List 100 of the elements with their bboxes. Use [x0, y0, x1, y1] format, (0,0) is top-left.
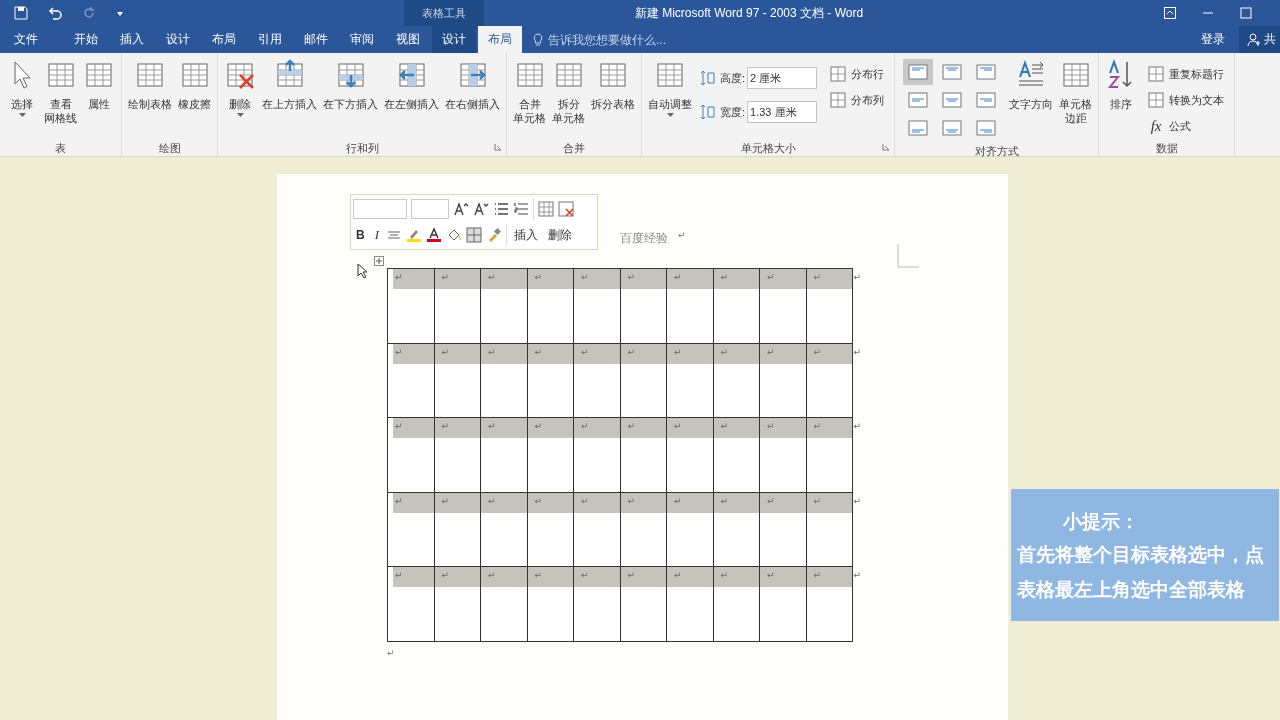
- size-field[interactable]: 1.33 厘米: [747, 101, 818, 123]
- ribbon-tab[interactable]: 布局: [478, 26, 522, 53]
- row-end-mark: ↵: [853, 570, 861, 580]
- maximize-icon[interactable]: [1240, 7, 1252, 19]
- undo-icon[interactable]: [48, 6, 62, 20]
- context-tab-header: 表格工具: [404, 0, 484, 26]
- ribbon-button[interactable]: 在上方插入: [260, 57, 319, 113]
- table-delete-icon[interactable]: [558, 201, 574, 217]
- ribbon-button[interactable]: fx 公式: [1145, 115, 1227, 137]
- cell-mark: ↵: [813, 495, 822, 506]
- ribbon-button[interactable]: 文字方向: [1007, 57, 1056, 113]
- dialog-launcher-icon[interactable]: [882, 143, 891, 151]
- ribbon-button[interactable]: 自动调整: [646, 57, 694, 119]
- paragraph-text: 百度经验: [620, 230, 668, 247]
- ribbon-tab[interactable]: 设计: [432, 26, 476, 53]
- ribbon-button[interactable]: 重复标题行: [1145, 63, 1227, 85]
- group-label: 绘图: [158, 142, 181, 154]
- ribbon-button[interactable]: 绘制表格: [126, 57, 174, 113]
- cell-mark: ↵: [581, 495, 589, 506]
- cell-mark: ↵: [488, 272, 496, 282]
- cell-mark: ↵: [627, 272, 636, 282]
- ribbon-tab[interactable]: 审阅: [340, 26, 384, 53]
- ribbon-tab[interactable]: 插入: [110, 26, 154, 53]
- ribbon-tab[interactable]: 视图: [386, 26, 430, 53]
- ribbon-button[interactable]: 属性: [81, 57, 117, 113]
- cell-mark: ↵: [767, 570, 775, 580]
- ribbon-button[interactable]: 拆分 单元格: [550, 57, 587, 127]
- share-button[interactable]: 共: [1239, 26, 1280, 53]
- cell-mark: ↵: [674, 272, 682, 282]
- cell-mark: ↵: [813, 570, 822, 580]
- borders-icon[interactable]: [466, 227, 482, 243]
- toolbar-button[interactable]: 插入: [511, 226, 541, 244]
- ribbon-button[interactable]: 在右侧插入: [443, 57, 502, 113]
- cell-mark: ↵: [534, 421, 543, 431]
- ribbon-tab[interactable]: 设计: [156, 26, 200, 53]
- cell-mark: ↵: [534, 570, 543, 580]
- cell-mark: ↵: [674, 346, 682, 357]
- italic-button[interactable]: I: [371, 227, 382, 243]
- ribbon-tab[interactable]: 开始: [64, 26, 108, 53]
- bold-button[interactable]: B: [353, 228, 368, 242]
- cell-mark: ↵: [720, 272, 729, 282]
- table-icon: [1147, 91, 1166, 109]
- table-icon: [829, 65, 848, 83]
- toolbar-button[interactable]: 删除: [545, 226, 575, 244]
- ribbon-button[interactable]: 在左侧插入: [382, 57, 441, 113]
- caret-icon[interactable]: [116, 9, 124, 17]
- cell-mark: ↵: [488, 495, 496, 506]
- ribbon-button[interactable]: 分布列: [827, 89, 887, 111]
- cell-mark: ↵: [534, 272, 543, 282]
- ribbon-button[interactable]: 选择: [4, 57, 40, 119]
- group-label: 行和列: [345, 142, 379, 154]
- ribbon-button[interactable]: 拆分表格: [589, 57, 637, 113]
- group-label: 合并: [563, 142, 585, 154]
- numbered-list-icon[interactable]: [513, 201, 529, 217]
- person-icon: [1247, 32, 1261, 47]
- ribbon-button[interactable]: 删除: [222, 57, 258, 119]
- cell-mark: ↵: [720, 495, 729, 506]
- group-label: 表: [55, 142, 66, 154]
- dialog-launcher-icon[interactable]: [494, 143, 502, 151]
- bullet-list-icon[interactable]: [493, 201, 509, 217]
- ribbon-button[interactable]: 合并 单元格: [511, 57, 548, 127]
- cell-mark: ↵: [813, 346, 822, 357]
- cell-mark: ↵: [395, 346, 403, 357]
- cell-mark: ↵: [395, 495, 403, 506]
- ribbon-button[interactable]: 分布行: [827, 63, 887, 85]
- size-field[interactable]: 2 厘米: [747, 67, 818, 89]
- cell-mark: ↵: [581, 346, 589, 357]
- ribbon-button[interactable]: 橡皮擦: [176, 57, 213, 113]
- shading-icon[interactable]: [446, 227, 462, 243]
- insert-table-icon[interactable]: [538, 201, 554, 217]
- font-color-icon[interactable]: [426, 227, 442, 243]
- lightbulb-icon: [532, 32, 544, 47]
- sign-in-link[interactable]: 登录: [1187, 26, 1239, 53]
- field-label: 高度:: [720, 70, 746, 86]
- ribbon-tab[interactable]: 引用: [248, 26, 292, 53]
- redo-icon[interactable]: [82, 6, 96, 20]
- ribbon-button[interactable]: 查看 网格线: [42, 57, 79, 127]
- cell-mark: ↵: [813, 421, 822, 431]
- cell-mark: ↵: [534, 346, 543, 357]
- ribbon-tab[interactable]: 文件: [0, 26, 48, 53]
- table-move-handle[interactable]: [374, 256, 384, 266]
- font-field[interactable]: [353, 199, 407, 219]
- ribbon-display-icon[interactable]: [1164, 7, 1176, 19]
- ribbon-tab[interactable]: 邮件: [294, 26, 338, 53]
- cell-mark: ↵: [441, 495, 450, 506]
- window-title: 新建 Microsoft Word 97 - 2003 文档 - Word: [633, 4, 865, 22]
- tell-me-field[interactable]: 告诉我您想要做什么...: [548, 32, 688, 47]
- ribbon-button[interactable]: 单元格 边距: [1057, 57, 1095, 127]
- shrink-font-icon[interactable]: [473, 201, 489, 217]
- align-button[interactable]: [903, 59, 934, 85]
- ribbon-tab[interactable]: 布局: [202, 26, 246, 53]
- font-size-field[interactable]: [411, 199, 449, 219]
- cell-mark: ↵: [627, 346, 636, 357]
- ribbon-button[interactable]: 在下方插入: [321, 57, 380, 113]
- ribbon-button[interactable]: 排序: [1103, 57, 1140, 113]
- mouse-cursor-icon: [357, 263, 369, 279]
- ribbon-button[interactable]: 转换为文本: [1145, 89, 1227, 111]
- save-icon[interactable]: [14, 6, 28, 20]
- cell-mark: ↵: [674, 495, 682, 506]
- grow-font-icon[interactable]: [453, 201, 469, 217]
